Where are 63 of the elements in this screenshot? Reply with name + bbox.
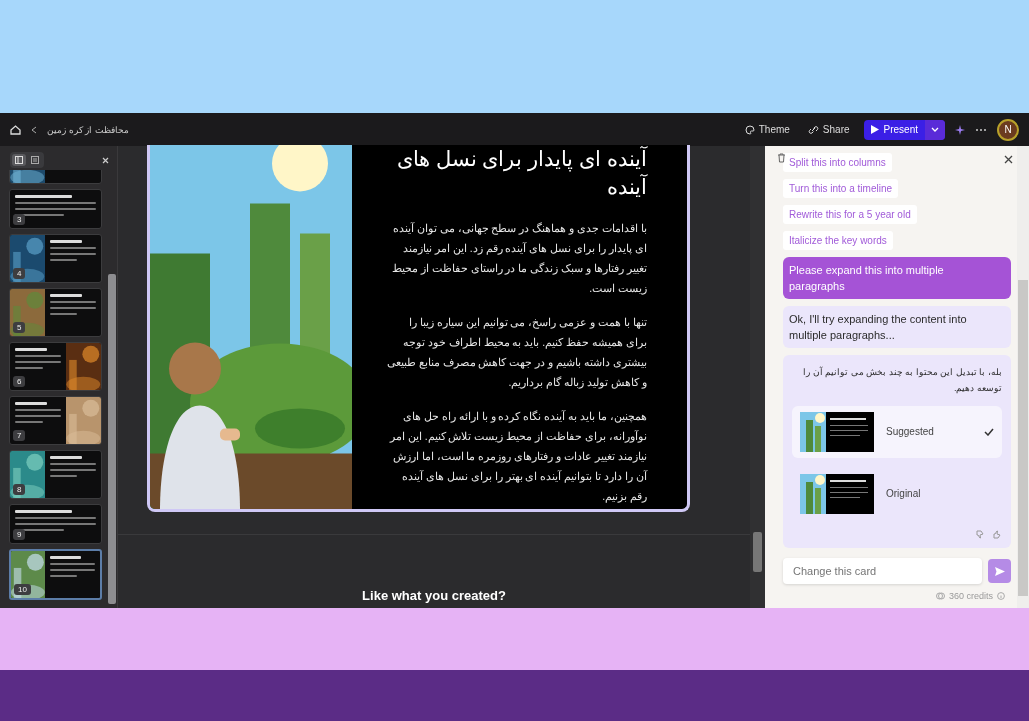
send-icon — [994, 566, 1005, 576]
slide-number: 6 — [13, 376, 26, 387]
slide-thumbnail[interactable]: 5 — [9, 288, 102, 337]
slide-thumbnail[interactable]: 10 — [9, 549, 102, 600]
slide-number: 9 — [13, 529, 26, 540]
slide-thumbnail[interactable]: 3 — [9, 189, 102, 229]
palette-icon — [744, 124, 755, 135]
user-message: Please expand this into multiple paragraphs — [783, 257, 1011, 299]
slide-thumbnail[interactable]: 8 — [9, 450, 102, 499]
slide-card[interactable] — [147, 145, 690, 512]
slide-number: 3 — [13, 214, 26, 225]
slide-number: 5 — [13, 322, 26, 333]
slide-number: 8 — [13, 484, 26, 495]
slide-thumbnail[interactable]: 4 — [9, 234, 102, 283]
slide-title: آینده ای پایدار برای نسل های آینده — [395, 145, 647, 201]
suggestion-chip[interactable]: Italicize the key words — [783, 231, 893, 250]
send-button[interactable] — [988, 559, 1011, 583]
more-icon[interactable] — [975, 127, 987, 132]
slide-thumbnail[interactable]: 7 — [9, 396, 102, 445]
theme-button[interactable]: Theme — [740, 122, 794, 137]
version-option[interactable]: Original — [792, 468, 1002, 520]
check-icon — [984, 428, 994, 436]
breadcrumb-link[interactable]: محافظت از کره زمین — [47, 124, 129, 135]
slide-thumbnail[interactable]: 9 — [9, 504, 102, 544]
slide-number: 10 — [14, 584, 31, 595]
message-input[interactable]: Change this card — [783, 558, 982, 584]
list-icon — [31, 156, 39, 164]
close-icon — [1004, 155, 1013, 164]
slide-paragraph: با اقدامات جدی و هماهنگ در سطح جهانی، می توان آینده ای پایدار را برای نسل های آینده رقم زد. این امر نیازمند تغییر رفتارها و سبک زندگی ما در راستای حفاظت از محیط زیست است. — [390, 220, 647, 297]
scrollbar[interactable] — [750, 146, 765, 608]
thumbs-down-icon[interactable] — [976, 530, 985, 539]
credits-count: 360 credits — [948, 591, 993, 601]
slide-paragraph: تنها با همت و عزمی راسخ، می توانیم این سیاره زیبا را برای همیشه حفظ کنیم. باید به محیط اطراف خود توجه بیشتری داشته باشیم و در جهت کاهش مصرف منابع طبیعی و کاهش تولید زباله گام برداریم. — [386, 314, 647, 391]
user-avatar[interactable]: N — [997, 118, 1019, 141]
trash-icon[interactable] — [777, 153, 786, 163]
present-button[interactable]: Present — [863, 119, 945, 140]
close-icon[interactable] — [102, 156, 109, 164]
cards-view-tab[interactable] — [12, 154, 26, 166]
message-text: بله، با تبدیل این محتوا به چند بخش می توانیم آن را توسعه دهیم. — [802, 365, 1002, 395]
scrollbar[interactable] — [1017, 146, 1029, 608]
list-view-tab[interactable] — [28, 154, 42, 166]
suggestion-chip[interactable]: Split this into columns — [783, 153, 892, 172]
chevron-icon — [31, 125, 37, 134]
slide-number: 7 — [13, 430, 26, 441]
play-icon — [870, 125, 879, 134]
feedback-prompt: Like what you created? — [362, 588, 506, 603]
slide-paragraph: همچنین، ما باید به آینده نگاه کرده و با ارائه راه حل های نوآورانه، برای حفاظت از محیط زیست تلاش کنیم. این امر نیازمند تغییر عادات و رفتارهای روزمره ما است، اما ارزش آن را دارد تا بتوانیم آینده ای بهتر را برای نسل های آینده رقم بزنیم. — [388, 408, 647, 505]
cards-icon — [15, 156, 23, 164]
suggestion-chip[interactable]: Rewrite this for a 5 year old — [783, 205, 917, 224]
caret-icon — [931, 127, 939, 132]
thumbs-up-icon[interactable] — [993, 530, 1002, 539]
coins-icon — [935, 592, 945, 600]
dropdown-button[interactable] — [925, 119, 945, 140]
assistant-message: Ok, I'll try expanding the content into multiple paragraphs... — [783, 306, 1011, 348]
slide-thumbnail[interactable]: 6 — [9, 342, 102, 391]
home-icon[interactable] — [10, 124, 21, 135]
suggestion-chip[interactable]: Turn this into a timeline — [783, 179, 898, 198]
link-icon — [807, 124, 819, 135]
slide-number: 4 — [13, 268, 26, 279]
sparkle-icon[interactable] — [955, 124, 965, 135]
version-option[interactable]: Suggested — [792, 406, 1002, 458]
share-button[interactable]: Share — [803, 122, 854, 137]
present-main-button[interactable]: Present — [863, 119, 925, 140]
